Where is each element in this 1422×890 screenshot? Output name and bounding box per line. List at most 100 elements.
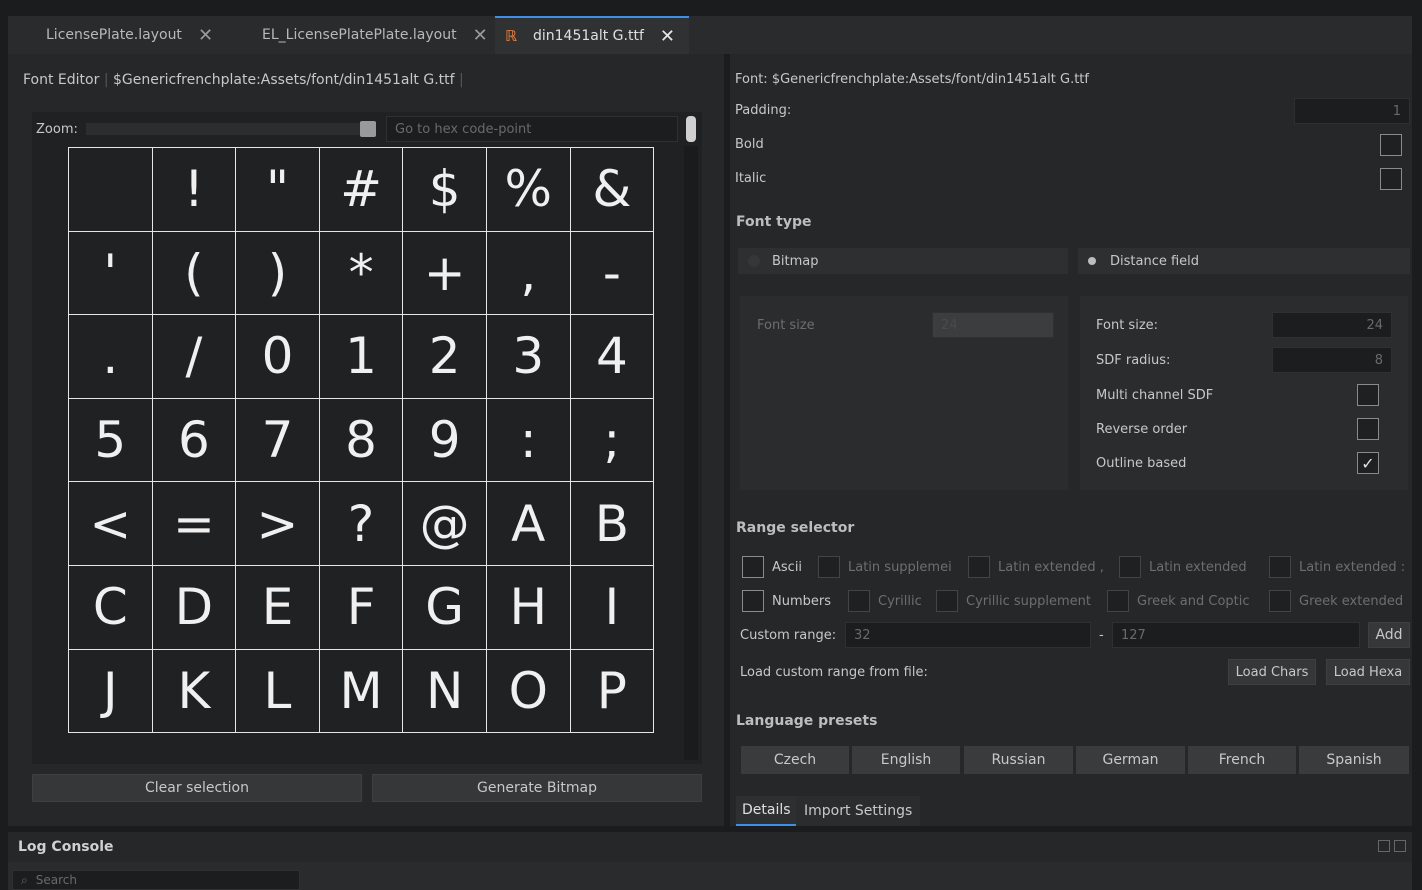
glyph-cell[interactable]: # [319,148,404,232]
glyph-cell[interactable]: 9 [403,398,487,483]
glyph-cell[interactable]: % [486,148,571,232]
glyph-cell[interactable]: N [403,649,487,734]
glyph-cell[interactable]: & [570,148,655,232]
maximize-icon[interactable] [1378,840,1390,852]
latin-extended-checkbox[interactable] [1119,556,1141,578]
tab-licenseplate-layout[interactable]: LicensePlate.layout ✕ [18,16,228,54]
glyph-cell[interactable]: I [570,565,655,650]
glyph-cell[interactable]: H [486,565,571,650]
range-cyrillic-supplement[interactable]: Cyrillic supplement [936,590,1091,612]
bitmap-radio-row[interactable]: Bitmap [738,248,1068,274]
tab-details[interactable]: Details [736,796,797,826]
glyph-cell[interactable]: D [152,565,237,650]
glyph-cell[interactable]: J [69,649,153,734]
latin-supplement-checkbox[interactable] [818,556,840,578]
custom-range-from-input[interactable]: 32 [845,622,1091,648]
preset-spanish-button[interactable]: Spanish [1299,746,1409,774]
cyrillic-supplement-checkbox[interactable] [936,590,958,612]
glyph-cell[interactable]: E [236,565,320,650]
bitmap-radio-icon[interactable] [748,255,760,267]
glyph-cell[interactable]: * [319,231,404,316]
range-ascii[interactable]: Ascii [742,556,802,578]
glyph-cell[interactable]: 4 [570,315,655,399]
glyph-cell[interactable]: > [236,482,320,566]
multi-channel-checkbox[interactable] [1357,384,1379,406]
cyrillic-checkbox[interactable] [848,590,870,612]
log-search-input[interactable]: ⌕ Search [12,870,300,890]
range-latin-extended-a[interactable]: Latin extended , [968,556,1104,578]
bold-checkbox[interactable] [1380,134,1402,156]
glyph-cell[interactable]: ; [570,398,655,483]
preset-russian-button[interactable]: Russian [964,746,1073,774]
range-greek-coptic[interactable]: Greek and Coptic [1107,590,1250,612]
generate-bitmap-button[interactable]: Generate Bitmap [372,774,702,802]
close-icon[interactable]: ✕ [473,25,488,46]
add-range-button[interactable]: Add [1368,622,1410,648]
glyph-cell[interactable]: K [152,649,237,734]
glyph-cell[interactable]: , [486,231,571,316]
preset-czech-button[interactable]: Czech [741,746,849,774]
hex-code-point-input[interactable]: Go to hex code-point [386,116,678,142]
glyph-cell[interactable]: 7 [236,398,320,483]
tab-el-licenseplateplate-layout[interactable]: EL_LicensePlatePlate.layout ✕ [234,16,494,54]
outline-based-checkbox[interactable]: ✓ [1357,452,1379,474]
glyph-cell[interactable]: $ [403,148,487,232]
clear-selection-button[interactable]: Clear selection [32,774,362,802]
glyph-cell[interactable]: F [319,565,404,650]
glyph-cell[interactable] [69,148,153,232]
load-chars-button[interactable]: Load Chars [1228,659,1316,685]
glyph-cell[interactable]: C [69,565,153,650]
zoom-slider-handle[interactable] [360,121,376,137]
glyph-cell[interactable]: ) [236,231,320,316]
greek-extended-checkbox[interactable] [1269,590,1291,612]
preset-english-button[interactable]: English [852,746,960,774]
close-icon[interactable]: ✕ [198,25,213,46]
distance-field-radio-icon[interactable] [1088,257,1096,265]
range-numbers[interactable]: Numbers [742,590,831,612]
glyph-cell[interactable]: 3 [486,315,571,399]
glyph-cell[interactable]: ( [152,231,237,316]
glyph-cell[interactable]: 5 [69,398,153,483]
preset-french-button[interactable]: French [1188,746,1296,774]
glyph-cell[interactable]: ! [152,148,237,232]
range-latin-extended-b[interactable]: Latin extended : [1269,556,1405,578]
glyph-cell[interactable]: A [486,482,571,566]
bitmap-font-size-input[interactable]: 24 [932,312,1054,338]
load-hexa-button[interactable]: Load Hexa [1326,659,1410,685]
glyph-cell[interactable]: G [403,565,487,650]
glyph-cell[interactable]: ' [69,231,153,316]
reverse-order-checkbox[interactable] [1357,418,1379,440]
glyph-cell[interactable]: = [152,482,237,566]
glyph-cell[interactable]: . [69,315,153,399]
close-panel-icon[interactable] [1394,840,1406,852]
close-icon[interactable]: ✕ [660,26,675,47]
range-latin-supplement[interactable]: Latin supplemei [818,556,952,578]
tab-font-file[interactable]: ℝ din1451alt G.ttf ✕ [495,16,689,54]
padding-input[interactable]: 1 [1294,98,1410,124]
numbers-checkbox[interactable] [742,590,764,612]
greek-coptic-checkbox[interactable] [1107,590,1129,612]
sdf-radius-input[interactable]: 8 [1272,347,1392,373]
glyph-cell[interactable]: @ [403,482,487,566]
scrollbar-track[interactable] [684,146,698,760]
glyph-cell[interactable]: B [570,482,655,566]
latin-extended-a-checkbox[interactable] [968,556,990,578]
preset-german-button[interactable]: German [1076,746,1185,774]
glyph-cell[interactable]: P [570,649,655,734]
italic-checkbox[interactable] [1380,168,1402,190]
zoom-slider[interactable] [86,121,376,137]
glyph-cell[interactable]: 8 [319,398,404,483]
range-greek-extended[interactable]: Greek extended [1269,590,1403,612]
glyph-cell[interactable]: L [236,649,320,734]
distance-field-radio-row[interactable]: Distance field [1078,248,1410,274]
glyph-cell[interactable]: 0 [236,315,320,399]
glyph-cell[interactable]: 2 [403,315,487,399]
range-latin-extended[interactable]: Latin extended [1119,556,1247,578]
ascii-checkbox[interactable] [742,556,764,578]
glyph-cell[interactable]: + [403,231,487,316]
glyph-cell[interactable]: M [319,649,404,734]
range-cyrillic[interactable]: Cyrillic [848,590,922,612]
latin-extended-b-checkbox[interactable] [1269,556,1291,578]
df-font-size-input[interactable]: 24 [1272,312,1392,338]
glyph-cell[interactable]: : [486,398,571,483]
